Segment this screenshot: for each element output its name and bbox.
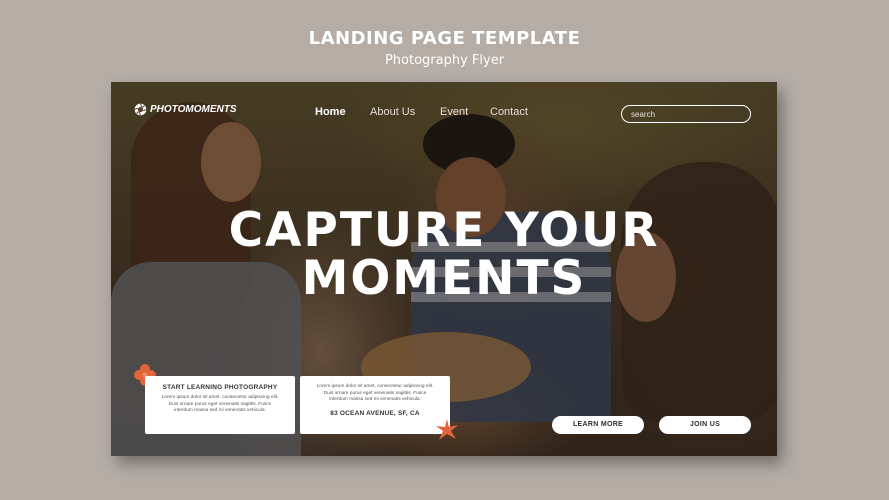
flyer-title: LANDING PAGE TEMPLATE [308, 28, 581, 49]
learn-more-button[interactable]: LEARN MORE [552, 416, 644, 434]
card-title: 83 OCEAN AVENUE, SF, CA [330, 409, 420, 417]
landing-page-mockup: PHOTOMOMENTS Home About Us Event Contact… [111, 82, 777, 456]
card-body-text: Lorem ipsum dolor sit amet, consectetur … [316, 384, 434, 402]
brand-name: PHOTOMOMENTS [150, 104, 237, 115]
hero-headline-line1: CAPTURE YOUR [228, 203, 660, 258]
aperture-icon [134, 103, 147, 116]
join-us-button[interactable]: JOIN US [659, 416, 751, 434]
search-input[interactable] [621, 105, 751, 123]
info-card-learning: START LEARNING PHOTOGRAPHY Lorem ipsum d… [145, 376, 295, 434]
card-title: START LEARNING PHOTOGRAPHY [162, 384, 278, 391]
info-card-address: Lorem ipsum dolor sit amet, consectetur … [300, 376, 450, 434]
nav-event[interactable]: Event [440, 106, 468, 118]
nav-home[interactable]: Home [315, 106, 346, 118]
card-body-text: Lorem ipsum dolor sit amet, consectetur … [161, 395, 279, 413]
nav-about-us[interactable]: About Us [370, 106, 415, 118]
site-logo[interactable]: PHOTOMOMENTS [134, 103, 236, 116]
starburst-icon [436, 419, 458, 440]
flyer-subtitle: Photography Flyer [384, 53, 505, 68]
nav-contact[interactable]: Contact [490, 106, 528, 118]
hero-headline-line2: MOMENTS [301, 251, 587, 306]
